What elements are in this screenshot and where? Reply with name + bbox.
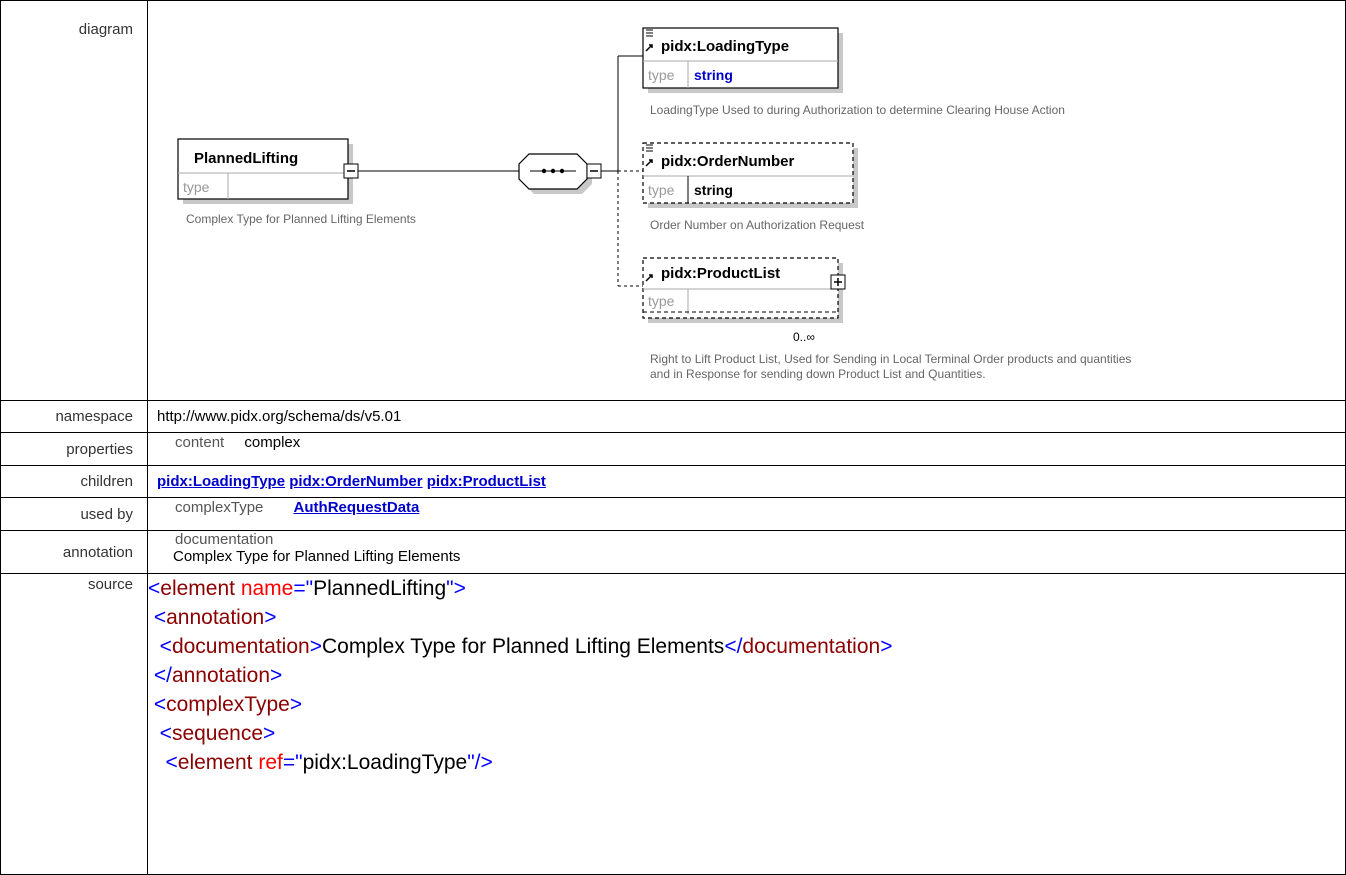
- source-token: sequence: [171, 722, 264, 745]
- source-token: pidx:LoadingType: [302, 751, 468, 774]
- source-line: <documentation>Complex Type for Planned …: [148, 632, 1345, 661]
- schema-diagram: PlannedLifting type Complex Type for Pla…: [148, 1, 1345, 400]
- source-token: annotation: [166, 606, 265, 629]
- row-label-usedby: used by: [0, 497, 148, 531]
- source-line: <annotation>: [148, 603, 1345, 632]
- child-doc-productlist-line2: and in Response for sending down Product…: [650, 367, 986, 381]
- child-name-productlist: pidx:ProductList: [661, 265, 780, 282]
- child-type-label-loadingtype: type: [648, 67, 675, 83]
- annotation-value: Complex Type for Planned Lifting Element…: [173, 548, 461, 565]
- expand-icon[interactable]: [830, 274, 846, 290]
- source-token: >: [289, 693, 303, 716]
- child-name-loadingtype: pidx:LoadingType: [661, 38, 789, 55]
- source-code: <element name="PlannedLifting"> <annotat…: [147, 573, 1346, 875]
- source-token: <: [153, 693, 167, 716]
- source-token: element: [160, 577, 241, 600]
- row-label-children: children: [0, 465, 148, 498]
- root-doc: Complex Type for Planned Lifting Element…: [186, 212, 416, 226]
- child-type-value-ordernumber: string: [694, 182, 733, 198]
- source-token: Complex Type for Planned Lifting Element…: [321, 635, 725, 658]
- source-token: annotation: [171, 664, 271, 687]
- child-doc-ordernumber: Order Number on Authorization Request: [650, 218, 865, 232]
- properties-key: content: [175, 434, 225, 451]
- source-token: =": [293, 577, 314, 600]
- children-row: children pidx:LoadingType pidx:OrderNumb…: [0, 465, 1346, 498]
- source-row: source <element name="PlannedLifting"> <…: [0, 573, 1346, 875]
- source-token: >: [880, 635, 893, 658]
- sequence-collapse-icon[interactable]: [586, 163, 602, 179]
- properties-value: complex: [244, 434, 301, 451]
- usedby-link[interactable]: AuthRequestData: [294, 499, 420, 516]
- source-token: [148, 635, 160, 658]
- source-line: <complexType>: [148, 690, 1345, 719]
- source-line: <element name="PlannedLifting">: [148, 574, 1345, 603]
- child-type-label-ordernumber: type: [648, 182, 675, 198]
- child-element-ordernumber[interactable]: pidx:OrderNumber type string: [642, 142, 858, 208]
- row-label-diagram: diagram: [0, 0, 148, 401]
- source-token: <: [153, 606, 167, 629]
- source-token: name: [240, 577, 294, 600]
- child-type-value-loadingtype: string: [694, 67, 733, 83]
- source-line: <sequence>: [148, 719, 1345, 748]
- namespace-value: http://www.pidx.org/schema/ds/v5.01: [147, 400, 1346, 433]
- sequence-compositor-icon: [518, 153, 592, 194]
- annotation-key: documentation: [175, 531, 274, 548]
- source-token: <: [159, 722, 172, 745]
- source-line: </annotation>: [148, 661, 1345, 690]
- usedby-key: complexType: [175, 499, 264, 516]
- source-token: </: [153, 664, 172, 687]
- source-token: >: [263, 722, 276, 745]
- diagram-row: diagram PlannedLifting type Complex Type…: [0, 0, 1346, 401]
- usedby-row: used by complexType AuthRequestData: [0, 497, 1346, 531]
- source-token: "/>: [467, 751, 493, 774]
- root-element-name: PlannedLifting: [194, 150, 298, 167]
- source-token: ">: [446, 577, 466, 600]
- source-token: <: [165, 751, 178, 774]
- row-label-source: source: [0, 573, 148, 875]
- child-element-productlist[interactable]: pidx:ProductList type: [642, 257, 843, 323]
- child-link-productlist[interactable]: pidx:ProductList: [427, 473, 546, 490]
- child-element-loadingtype[interactable]: pidx:LoadingType type string: [642, 27, 843, 93]
- source-token: element: [177, 751, 259, 774]
- child-cardinality-productlist: 0..∞: [793, 330, 815, 344]
- namespace-row: namespace http://www.pidx.org/schema/ds/…: [0, 400, 1346, 433]
- child-doc-loadingtype: LoadingType Used to during Authorization…: [650, 103, 1065, 117]
- source-token: documentation: [742, 635, 881, 658]
- source-token: >: [270, 664, 283, 687]
- source-token: <: [159, 635, 172, 658]
- source-token: complexType: [166, 693, 290, 716]
- row-label-annotation: annotation: [0, 530, 148, 574]
- source-token: <: [148, 577, 161, 600]
- child-name-ordernumber: pidx:OrderNumber: [661, 153, 795, 170]
- annotation-row: annotation documentation Complex Type fo…: [0, 530, 1346, 574]
- row-label-namespace: namespace: [0, 400, 148, 433]
- child-doc-productlist-line1: Right to Lift Product List, Used for Sen…: [650, 352, 1131, 366]
- root-type-label: type: [183, 179, 210, 195]
- source-token: PlannedLifting: [313, 577, 447, 600]
- root-element-box[interactable]: PlannedLifting type: [177, 138, 353, 204]
- collapse-icon[interactable]: [343, 163, 359, 179]
- source-token: </: [724, 635, 743, 658]
- schema-doc-table: diagram PlannedLifting type Complex Type…: [0, 0, 1346, 875]
- properties-row: properties content complex: [0, 432, 1346, 466]
- source-token: documentation: [171, 635, 310, 658]
- source-token: =": [282, 751, 303, 774]
- source-token: >: [264, 606, 277, 629]
- source-token: >: [309, 635, 322, 658]
- source-token: [148, 722, 160, 745]
- child-link-ordernumber[interactable]: pidx:OrderNumber: [289, 473, 422, 490]
- row-label-properties: properties: [0, 432, 148, 466]
- source-token: ref: [258, 751, 283, 774]
- source-line: <element ref="pidx:LoadingType"/>: [148, 748, 1345, 777]
- child-link-loadingtype[interactable]: pidx:LoadingType: [157, 473, 285, 490]
- source-token: [148, 751, 166, 774]
- child-type-label-productlist: type: [648, 293, 675, 309]
